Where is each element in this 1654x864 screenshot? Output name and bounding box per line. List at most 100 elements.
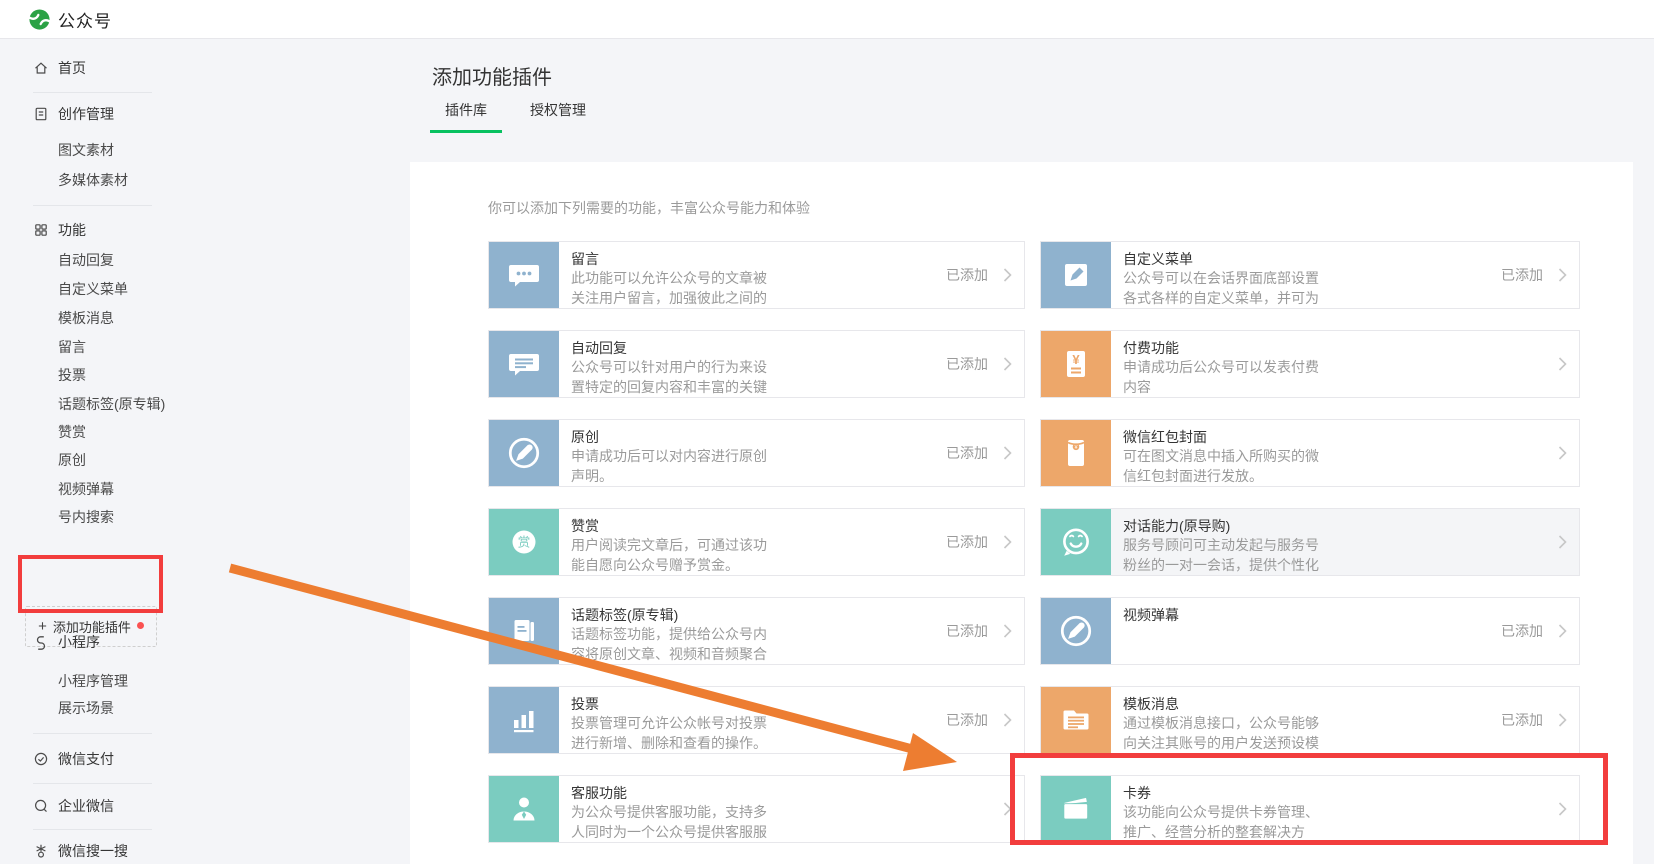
plugin-card-body: 赞赏用户阅读完文章后，可通过该功能自愿向公众号赠予赏金。 (559, 509, 946, 575)
sidebar-item[interactable]: 多媒体素材 (58, 170, 128, 190)
plugin-card-right (1558, 420, 1579, 486)
doc-icon (33, 106, 49, 122)
sidebar-item[interactable]: 企业微信 (33, 796, 114, 816)
added-badge: 已添加 (946, 443, 988, 463)
sidebar-item[interactable]: 模板消息 (58, 308, 114, 328)
plugin-card-right: 已添加 (946, 242, 1024, 308)
sidebar-item[interactable]: 功能 (33, 220, 86, 240)
tab-bar: 插件库 授权管理 (430, 100, 601, 133)
paid-note-icon: ¥ (1041, 331, 1111, 397)
chevron-right-icon (1558, 624, 1567, 638)
plugin-card[interactable]: 投票投票管理可允许公众帐号对投票进行新增、删除和查看的操作。已添加 (488, 686, 1025, 754)
sidebar-item[interactable]: 微信支付 (33, 749, 114, 769)
plugin-title: 自定义菜单 (1123, 250, 1501, 268)
sidebar-item-label: 视频弹幕 (58, 479, 114, 499)
plugin-card-right (1003, 776, 1024, 842)
plugin-card[interactable]: 模板消息通过模板消息接口，公众号能够向关注其账号的用户发送预设模已添加 (1040, 686, 1580, 754)
tab-plugin-library[interactable]: 插件库 (430, 100, 502, 133)
chevron-right-icon (1003, 713, 1012, 727)
sidebar-item[interactable]: 赞赏 (58, 422, 86, 442)
chevron-right-icon (1003, 624, 1012, 638)
svg-text:¥: ¥ (1072, 352, 1080, 367)
sidebar-item[interactable]: 视频弹幕 (58, 479, 114, 499)
sidebar-item[interactable]: 号内搜索 (58, 507, 114, 527)
sidebar-divider (33, 783, 152, 784)
plugin-description-line: 为公众号提供客服功能，支持多 (571, 802, 1003, 822)
plugin-description-line: 公众号可以针对用户的行为来设 (571, 357, 946, 377)
plugin-card[interactable]: 视频弹幕已添加 (1040, 597, 1580, 665)
plugin-card[interactable]: 原创申请成功后可以对内容进行原创声明。已添加 (488, 419, 1025, 487)
sidebar-item[interactable]: 小程序 (33, 632, 100, 652)
sidebar-item[interactable]: 留言 (58, 337, 86, 357)
person-icon (489, 776, 559, 842)
plugin-description-line: 该功能向公众号提供卡券管理、 (1123, 802, 1558, 822)
plugin-card-right: 已添加 (1501, 687, 1579, 753)
sidebar-item[interactable]: 原创 (58, 450, 86, 470)
plugin-card[interactable]: 自动回复公众号可以针对用户的行为来设置特定的回复内容和丰富的关键已添加 (488, 330, 1025, 398)
plugin-card[interactable]: 话题标签(原专辑)话题标签功能，提供给公众号内容将原创文章、视频和音频聚合已添加 (488, 597, 1025, 665)
plugin-card-coupon[interactable]: 卡券该功能向公众号提供卡券管理、推广、经营分析的整套解决方 (1040, 775, 1580, 843)
plugin-card-right: 已添加 (946, 509, 1024, 575)
wechat-official-account-logo-icon (28, 8, 51, 31)
plugin-description-line: 信红包封面进行发放。 (1123, 466, 1558, 486)
sidebar-item[interactable]: 自定义菜单 (58, 279, 128, 299)
sidebar-item[interactable]: 图文素材 (58, 140, 114, 160)
plugin-card-body: 原创申请成功后可以对内容进行原创声明。 (559, 420, 946, 486)
svg-text:赏: 赏 (518, 536, 531, 550)
wework-icon (33, 798, 49, 814)
plugin-description-line: 向关注其账号的用户发送预设模 (1123, 733, 1501, 753)
plugin-card-right: 已添加 (946, 687, 1024, 753)
plugin-card-right (1558, 509, 1579, 575)
sidebar-item-label: 投票 (58, 365, 86, 385)
page-title: 添加功能插件 (432, 61, 552, 90)
chevron-right-icon (1558, 713, 1567, 727)
plugin-card[interactable]: 赏 赞赏用户阅读完文章后，可通过该功能自愿向公众号赠予赏金。已添加 (488, 508, 1025, 576)
plugin-card[interactable]: ¥微信红包封面可在图文消息中插入所购买的微信红包封面进行发放。 (1040, 419, 1580, 487)
folder-lines-icon (1041, 687, 1111, 753)
plugin-card[interactable]: 留言此功能可以允许公众号的文章被关注用户留言，加强彼此之间的已添加 (488, 241, 1025, 309)
plugin-description-line: 人同时为一个公众号提供客服服 (571, 822, 1003, 842)
plugin-description-line: 投票管理可允许公众帐号对投票 (571, 713, 946, 733)
plugin-description-line: 声明。 (571, 466, 946, 486)
plugin-card-right (1558, 331, 1579, 397)
plugin-description-line: 用户阅读完文章后，可通过该功 (571, 535, 946, 555)
chevron-right-icon (1003, 268, 1012, 282)
plugin-card-right: 已添加 (946, 331, 1024, 397)
plugin-description-line: 推广、经营分析的整套解决方 (1123, 822, 1558, 842)
sidebar-item[interactable]: 小程序管理 (58, 671, 128, 691)
plugin-description-line: 可在图文消息中插入所购买的微 (1123, 446, 1558, 466)
sidebar-item-label: 原创 (58, 450, 86, 470)
plugin-title: 原创 (571, 428, 946, 446)
sidebar-item[interactable]: 投票 (58, 365, 86, 385)
search-spark-icon (33, 843, 49, 859)
plugin-card[interactable]: 客服功能为公众号提供客服功能，支持多人同时为一个公众号提供客服服 (488, 775, 1025, 843)
sidebar-item-label: 话题标签(原专辑) (58, 394, 165, 414)
sidebar-item[interactable]: 话题标签(原专辑) (58, 394, 165, 414)
plugin-description-line: 能自愿向公众号赠予赏金。 (571, 555, 946, 575)
sidebar-item-label: 号内搜索 (58, 507, 114, 527)
sidebar-item[interactable]: 微信搜一搜 (33, 841, 128, 861)
sidebar-item[interactable]: 自动回复 (58, 250, 114, 270)
sidebar-divider (33, 92, 152, 93)
added-badge: 已添加 (946, 354, 988, 374)
sidebar-item[interactable]: 展示场景 (58, 698, 114, 718)
plugin-card[interactable]: 自定义菜单公众号可以在会话界面底部设置各式各样的自定义菜单，并可为已添加 (1040, 241, 1580, 309)
sidebar-item-label: 模板消息 (58, 308, 114, 328)
notification-dot (137, 622, 144, 629)
sidebar-item-label: 自动回复 (58, 250, 114, 270)
plugin-card[interactable]: 对话能力(原导购)服务号顾问可主动发起与服务号粉丝的一对一会话，提供个性化 (1040, 508, 1580, 576)
plugin-card[interactable]: ¥付费功能申请成功后公众号可以发表付费内容 (1040, 330, 1580, 398)
added-badge: 已添加 (1501, 265, 1543, 285)
added-badge: 已添加 (946, 621, 988, 641)
added-badge: 已添加 (1501, 621, 1543, 641)
topic-book-icon (489, 598, 559, 664)
plugin-card-right: 已添加 (946, 598, 1024, 664)
chevron-right-icon (1003, 535, 1012, 549)
chevron-right-icon (1003, 446, 1012, 460)
tab-authorization-management[interactable]: 授权管理 (515, 100, 601, 133)
sidebar-item[interactable]: 首页 (33, 58, 86, 78)
sidebar-divider (33, 205, 152, 206)
plugin-card-right (1558, 776, 1579, 842)
sidebar-item[interactable]: 创作管理 (33, 104, 114, 124)
plugin-library-panel: 你可以添加下列需要的功能，丰富公众号能力和体验 留言此功能可以允许公众号的文章被… (410, 162, 1633, 864)
